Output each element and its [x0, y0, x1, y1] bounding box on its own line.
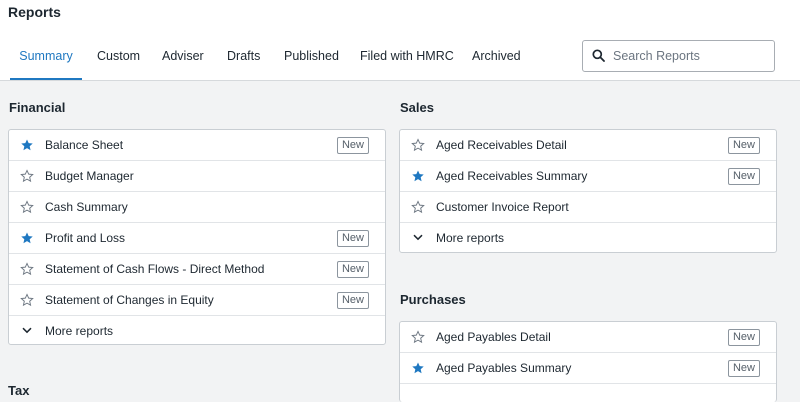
section-title-purchases: Purchases	[400, 292, 466, 307]
tab-published[interactable]: Published	[284, 40, 339, 78]
report-label: Budget Manager	[45, 169, 134, 183]
star-outline-icon[interactable]	[411, 200, 425, 214]
page-title: Reports	[8, 4, 61, 20]
report-label: Aged Payables Summary	[436, 361, 572, 375]
star-outline-icon[interactable]	[20, 293, 34, 307]
star-filled-icon[interactable]	[20, 138, 34, 152]
new-badge: New	[727, 360, 760, 377]
report-row-balance-sheet[interactable]: Balance Sheet New	[9, 130, 385, 161]
report-row-statement-of-cash-flows[interactable]: Statement of Cash Flows - Direct Method …	[9, 254, 385, 285]
tab-custom[interactable]: Custom	[97, 40, 140, 78]
report-label: Cash Summary	[45, 200, 128, 214]
report-label: Statement of Cash Flows - Direct Method	[45, 262, 265, 276]
star-outline-icon[interactable]	[20, 169, 34, 183]
more-reports-label: More reports	[436, 231, 505, 245]
section-title-sales: Sales	[400, 100, 434, 115]
report-label: Aged Receivables Detail	[436, 138, 567, 152]
new-badge: New	[727, 137, 760, 154]
new-badge: New	[336, 137, 369, 154]
report-row-customer-invoice-report[interactable]: Customer Invoice Report	[400, 192, 776, 223]
new-badge: New	[336, 261, 369, 278]
financial-report-list: Balance Sheet New Budget Manager Cash Su…	[8, 129, 386, 345]
chevron-down-icon	[22, 327, 32, 334]
new-badge: New	[727, 168, 760, 185]
report-row-aged-receivables-detail[interactable]: Aged Receivables Detail New	[400, 130, 776, 161]
tab-adviser[interactable]: Adviser	[162, 40, 204, 78]
star-outline-icon[interactable]	[411, 330, 425, 344]
report-row-cash-summary[interactable]: Cash Summary	[9, 192, 385, 223]
report-row-statement-of-changes-in-equity[interactable]: Statement of Changes in Equity New	[9, 285, 385, 316]
report-label: Profit and Loss	[45, 231, 126, 245]
tab-summary[interactable]: Summary	[10, 40, 82, 80]
star-outline-icon[interactable]	[20, 262, 34, 276]
star-filled-icon[interactable]	[20, 231, 34, 245]
star-outline-icon[interactable]	[411, 138, 425, 152]
tab-drafts[interactable]: Drafts	[227, 40, 260, 78]
star-filled-icon[interactable]	[411, 169, 425, 183]
report-row-profit-and-loss[interactable]: Profit and Loss New	[9, 223, 385, 254]
star-filled-icon[interactable]	[411, 361, 425, 375]
report-row-budget-manager[interactable]: Budget Manager	[9, 161, 385, 192]
report-label: Aged Payables Detail	[436, 330, 551, 344]
more-reports-label: More reports	[45, 324, 114, 338]
search-icon	[592, 49, 605, 62]
report-row-aged-payables-detail[interactable]: Aged Payables Detail New	[400, 322, 776, 353]
new-badge: New	[336, 292, 369, 309]
new-badge: New	[727, 329, 760, 346]
search-input[interactable]	[613, 46, 763, 66]
report-row-aged-receivables-summary[interactable]: Aged Receivables Summary New	[400, 161, 776, 192]
tab-archived[interactable]: Archived	[472, 40, 521, 78]
report-label: Customer Invoice Report	[436, 200, 569, 214]
report-label: Aged Receivables Summary	[436, 169, 588, 183]
chevron-down-icon	[413, 234, 423, 241]
sales-report-list: Aged Receivables Detail New Aged Receiva…	[399, 129, 777, 253]
more-reports-sales[interactable]: More reports	[400, 223, 776, 253]
new-badge: New	[336, 230, 369, 247]
star-outline-icon[interactable]	[20, 200, 34, 214]
section-title-financial: Financial	[9, 100, 66, 115]
report-label: Balance Sheet	[45, 138, 124, 152]
search-box[interactable]	[582, 40, 775, 72]
top-bar: Reports Summary Custom Adviser Drafts Pu…	[0, 0, 800, 81]
report-row-aged-payables-summary[interactable]: Aged Payables Summary New	[400, 353, 776, 384]
report-label: Statement of Changes in Equity	[45, 293, 214, 307]
more-reports-financial[interactable]: More reports	[9, 316, 385, 346]
section-title-tax: Tax	[8, 383, 30, 398]
tab-filed-with-hmrc[interactable]: Filed with HMRC	[360, 40, 454, 78]
